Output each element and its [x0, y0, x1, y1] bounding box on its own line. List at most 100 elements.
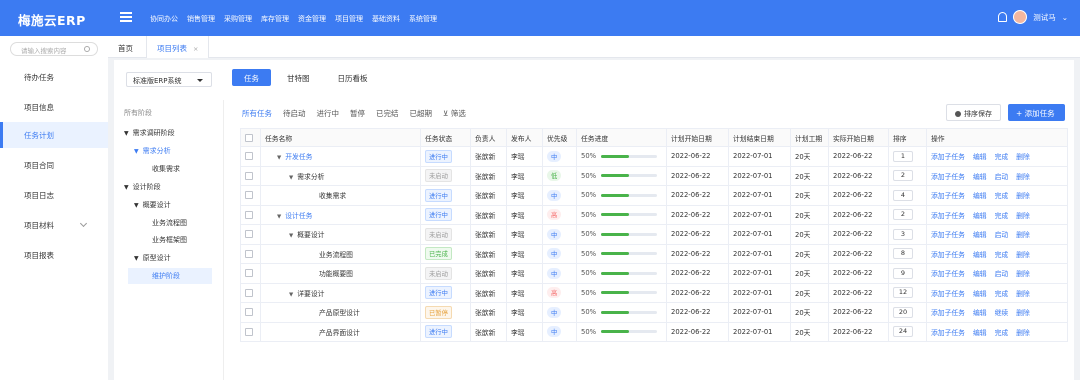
tree-node[interactable]: ▼ 概要设计 — [134, 200, 171, 210]
tree-node-selected[interactable]: 维护阶段 — [128, 268, 212, 284]
row-select[interactable] — [240, 263, 261, 284]
task-name-cell[interactable]: 功能概要图 — [260, 263, 421, 284]
sidebar-item-report[interactable]: 项目报表 — [0, 242, 108, 268]
row-select[interactable] — [240, 146, 261, 167]
top-nav-item[interactable]: 项目管理 — [335, 14, 363, 24]
tree-node[interactable]: 收集需求 — [152, 164, 180, 174]
task-name-cell[interactable]: 产品界面设计 — [260, 321, 421, 342]
add-subtask-link[interactable]: 添加子任务 — [931, 231, 965, 239]
order-input[interactable]: 8 — [893, 248, 913, 260]
row-select[interactable] — [240, 243, 261, 264]
task-name-cell[interactable]: 业务流程图 — [260, 243, 421, 264]
order-input[interactable]: 2 — [893, 209, 913, 221]
edit-link[interactable]: 编辑 — [973, 290, 987, 298]
filter-finished[interactable]: 已完结 — [376, 108, 399, 119]
delete-link[interactable]: 删除 — [1016, 270, 1030, 278]
caret-down-icon[interactable]: ▼ — [289, 175, 293, 181]
checkbox[interactable] — [245, 152, 253, 161]
state-action-link[interactable]: 继续 — [995, 309, 1009, 317]
tree-node[interactable]: ▼ 需求调研阶段 — [124, 128, 175, 138]
view-tab-task[interactable]: 任务 — [232, 69, 271, 86]
add-subtask-link[interactable]: 添加子任务 — [931, 329, 965, 337]
system-select[interactable]: 标准版ERP系统 — [126, 72, 212, 87]
tab-home[interactable]: 首页 — [108, 36, 143, 58]
checkbox[interactable] — [245, 308, 253, 317]
edit-link[interactable]: 编辑 — [973, 251, 987, 259]
state-action-link[interactable]: 完成 — [995, 212, 1009, 220]
tree-node[interactable]: ▼ 设计阶段 — [124, 182, 161, 192]
row-select[interactable] — [240, 282, 261, 303]
sidebar-item-contract[interactable]: 项目合同 — [0, 152, 108, 178]
task-name-cell[interactable]: 收集需求 — [260, 185, 421, 206]
add-subtask-link[interactable]: 添加子任务 — [931, 153, 965, 161]
state-action-link[interactable]: 完成 — [995, 251, 1009, 259]
top-nav-item[interactable]: 协同办公 — [150, 14, 178, 24]
task-name-cell[interactable]: ▼ 设计任务 — [260, 204, 421, 225]
sidebar-item-materials[interactable]: 项目材料 — [0, 212, 108, 238]
row-select[interactable] — [240, 185, 261, 206]
delete-link[interactable]: 删除 — [1016, 153, 1030, 161]
caret-down-icon[interactable]: ▼ — [277, 214, 281, 220]
delete-link[interactable]: 删除 — [1016, 329, 1030, 337]
delete-link[interactable]: 删除 — [1016, 173, 1030, 181]
sidebar-item-project-info[interactable]: 项目信息 — [0, 94, 108, 120]
filter-button[interactable]: ⊻ 筛选 — [443, 108, 466, 119]
close-icon[interactable]: × — [193, 45, 198, 53]
checkbox[interactable] — [245, 133, 253, 142]
top-nav-item[interactable]: 销售管理 — [187, 14, 215, 24]
task-name-cell[interactable]: 产品原型设计 — [260, 302, 421, 323]
row-select[interactable] — [240, 302, 261, 323]
edit-link[interactable]: 编辑 — [973, 192, 987, 200]
add-subtask-link[interactable]: 添加子任务 — [931, 192, 965, 200]
checkbox[interactable] — [245, 269, 253, 278]
sidebar-item-todo[interactable]: 待办任务 — [0, 64, 108, 90]
add-subtask-link[interactable]: 添加子任务 — [931, 309, 965, 317]
edit-link[interactable]: 编辑 — [973, 329, 987, 337]
state-action-link[interactable]: 启动 — [995, 270, 1009, 278]
state-action-link[interactable]: 完成 — [995, 192, 1009, 200]
filter-pending[interactable]: 待启动 — [283, 108, 306, 119]
caret-down-icon[interactable]: ▼ — [289, 292, 293, 298]
checkbox[interactable] — [245, 210, 253, 219]
tree-node[interactable]: ▼ 需求分析 — [134, 146, 171, 156]
delete-link[interactable]: 删除 — [1016, 290, 1030, 298]
edit-link[interactable]: 编辑 — [973, 212, 987, 220]
delete-link[interactable]: 删除 — [1016, 192, 1030, 200]
row-select[interactable] — [240, 165, 261, 186]
checkbox[interactable] — [245, 230, 253, 239]
state-action-link[interactable]: 启动 — [995, 173, 1009, 181]
edit-link[interactable]: 编辑 — [973, 270, 987, 278]
order-input[interactable]: 1 — [893, 150, 913, 162]
add-subtask-link[interactable]: 添加子任务 — [931, 251, 965, 259]
checkbox[interactable] — [245, 288, 253, 297]
select-all-checkbox[interactable] — [240, 128, 261, 147]
top-nav-item[interactable]: 系统管理 — [409, 14, 437, 24]
checkbox[interactable] — [245, 249, 253, 258]
edit-link[interactable]: 编辑 — [973, 231, 987, 239]
order-input[interactable]: 3 — [893, 228, 913, 240]
add-task-button[interactable]: + 添加任务 — [1008, 104, 1065, 121]
menu-toggle-icon[interactable] — [120, 12, 132, 22]
task-name-cell[interactable]: ▼ 详要设计 — [260, 282, 421, 303]
add-subtask-link[interactable]: 添加子任务 — [931, 290, 965, 298]
tab-project-list[interactable]: 项目列表 × — [146, 36, 210, 58]
edit-link[interactable]: 编辑 — [973, 173, 987, 181]
add-subtask-link[interactable]: 添加子任务 — [931, 173, 965, 181]
user-name[interactable]: 测试马 — [1033, 12, 1056, 23]
top-nav-item[interactable]: 库存管理 — [261, 14, 289, 24]
state-action-link[interactable]: 完成 — [995, 290, 1009, 298]
bell-icon[interactable] — [998, 12, 1008, 22]
order-input[interactable]: 12 — [893, 287, 913, 299]
view-tab-calendar[interactable]: 日历看板 — [326, 69, 380, 86]
delete-link[interactable]: 删除 — [1016, 251, 1030, 259]
delete-link[interactable]: 删除 — [1016, 231, 1030, 239]
state-action-link[interactable]: 启动 — [995, 231, 1009, 239]
chevron-down-icon[interactable]: ⌄ — [1062, 13, 1068, 22]
add-subtask-link[interactable]: 添加子任务 — [931, 270, 965, 278]
filter-paused[interactable]: 暂停 — [350, 108, 365, 119]
view-tab-gantt[interactable]: 甘特图 — [275, 69, 322, 86]
checkbox[interactable] — [245, 191, 253, 200]
row-select[interactable] — [240, 224, 261, 245]
tree-node[interactable]: ▼ 原型设计 — [134, 253, 171, 263]
state-action-link[interactable]: 完成 — [995, 153, 1009, 161]
